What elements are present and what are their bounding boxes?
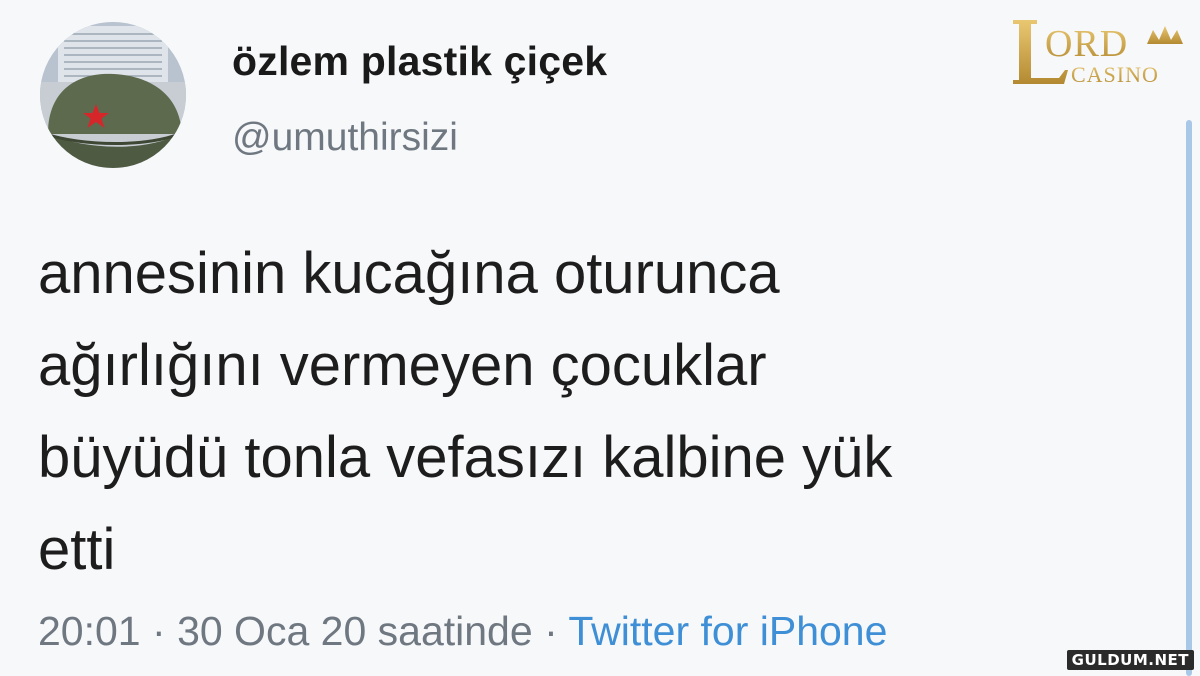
tweet-text: annesinin kucağına oturunca ağırlığını v… bbox=[38, 228, 1158, 596]
tweet-date[interactable]: 30 Oca 20 saatinde bbox=[177, 608, 533, 654]
lord-casino-logo: ORD CASINO bbox=[1013, 20, 1183, 87]
scrollbar[interactable] bbox=[1186, 120, 1192, 676]
tweet-screenshot: özlem plastik çiçek @umuthirsizi annesin… bbox=[0, 0, 1200, 676]
svg-text:ORD: ORD bbox=[1045, 23, 1128, 65]
meta-separator: · bbox=[544, 608, 569, 654]
display-name[interactable]: özlem plastik çiçek bbox=[232, 38, 607, 85]
meta-separator: · bbox=[152, 608, 178, 654]
tweet-text-line: annesinin kucağına oturunca bbox=[38, 241, 780, 306]
tweet-text-line: büyüdü tonla vefasızı kalbine yük bbox=[38, 425, 893, 490]
tweet-text-line: etti bbox=[38, 517, 116, 582]
cap-with-red-star-icon bbox=[40, 22, 186, 168]
tweet-time[interactable]: 20:01 bbox=[38, 608, 141, 654]
svg-text:CASINO: CASINO bbox=[1071, 62, 1159, 87]
user-handle[interactable]: @umuthirsizi bbox=[232, 116, 458, 160]
avatar[interactable] bbox=[40, 22, 186, 168]
guldum-watermark: GULDUM.NET bbox=[1066, 650, 1194, 670]
tweet-text-line: ağırlığını vermeyen çocuklar bbox=[38, 333, 767, 398]
tweet-meta: 20:01 · 30 Oca 20 saatinde · Twitter for… bbox=[38, 608, 887, 655]
tweet-source-link[interactable]: Twitter for iPhone bbox=[568, 608, 887, 654]
